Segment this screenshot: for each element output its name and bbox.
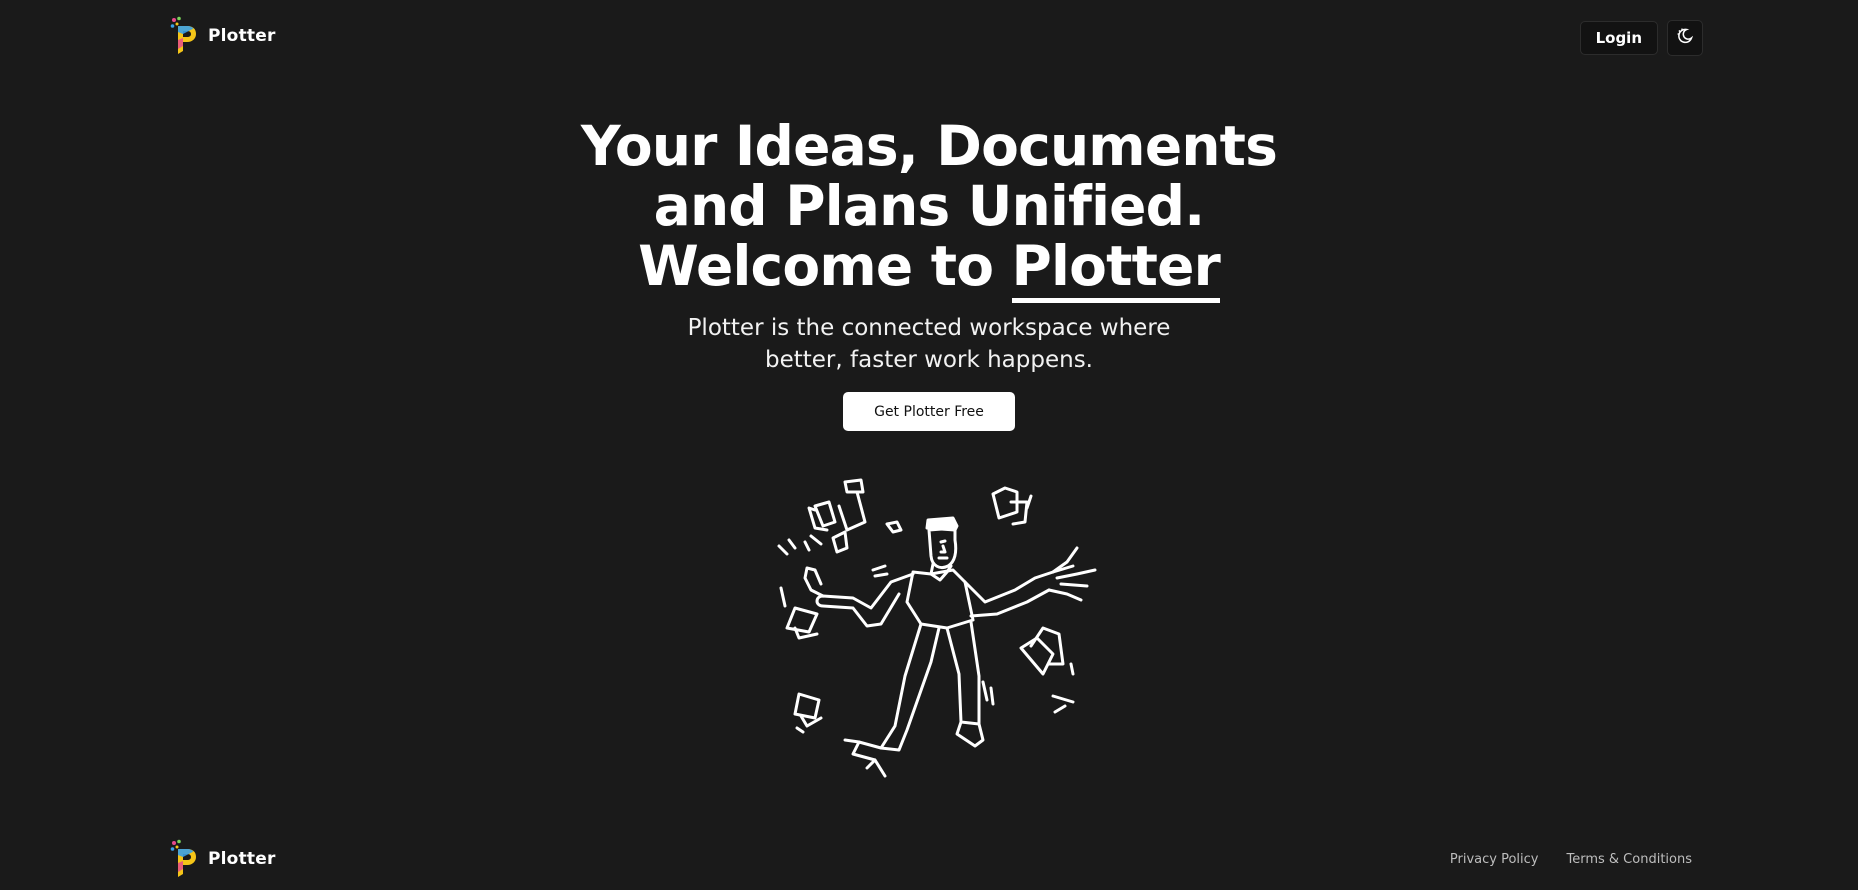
headline-brand-accent: Plotter — [1011, 234, 1221, 303]
subhead-line-1: Plotter is the connected workspace where — [687, 315, 1171, 341]
brand-logo-link[interactable]: Plotter — [170, 16, 276, 56]
privacy-policy-link[interactable]: Privacy Policy — [1450, 852, 1539, 867]
brand-name: Plotter — [208, 26, 276, 46]
headline-line-3-prefix: Welcome to — [638, 234, 1012, 298]
juggling-documents-illustration — [735, 478, 1120, 778]
headline-line-2: and Plans Unified. — [653, 174, 1206, 238]
plotter-logo-icon — [170, 16, 198, 56]
plotter-logo-icon — [170, 839, 198, 879]
login-button[interactable]: Login — [1579, 21, 1658, 55]
moon-icon — [1676, 27, 1694, 49]
site-header: Plotter Login — [0, 0, 1858, 76]
hero-headline: Your Ideas, Documents and Plans Unified.… — [0, 114, 1858, 303]
subhead-line-2: better, faster work happens. — [765, 347, 1093, 373]
hero-section: Your Ideas, Documents and Plans Unified.… — [0, 116, 1858, 431]
headline-line-1: Your Ideas, Documents — [580, 114, 1278, 178]
footer-links: Privacy Policy Terms & Conditions — [1450, 852, 1692, 867]
terms-and-conditions-link[interactable]: Terms & Conditions — [1567, 852, 1693, 867]
header-actions: Login — [1579, 20, 1703, 56]
hero-subheadline: Plotter is the connected workspace where… — [649, 312, 1209, 376]
get-plotter-free-button[interactable]: Get Plotter Free — [843, 392, 1015, 431]
footer-brand-logo[interactable]: Plotter — [170, 839, 276, 879]
headline-line-3: Welcome to Plotter — [0, 234, 1858, 303]
footer-brand-name: Plotter — [208, 849, 276, 869]
theme-toggle-button[interactable] — [1667, 20, 1703, 56]
